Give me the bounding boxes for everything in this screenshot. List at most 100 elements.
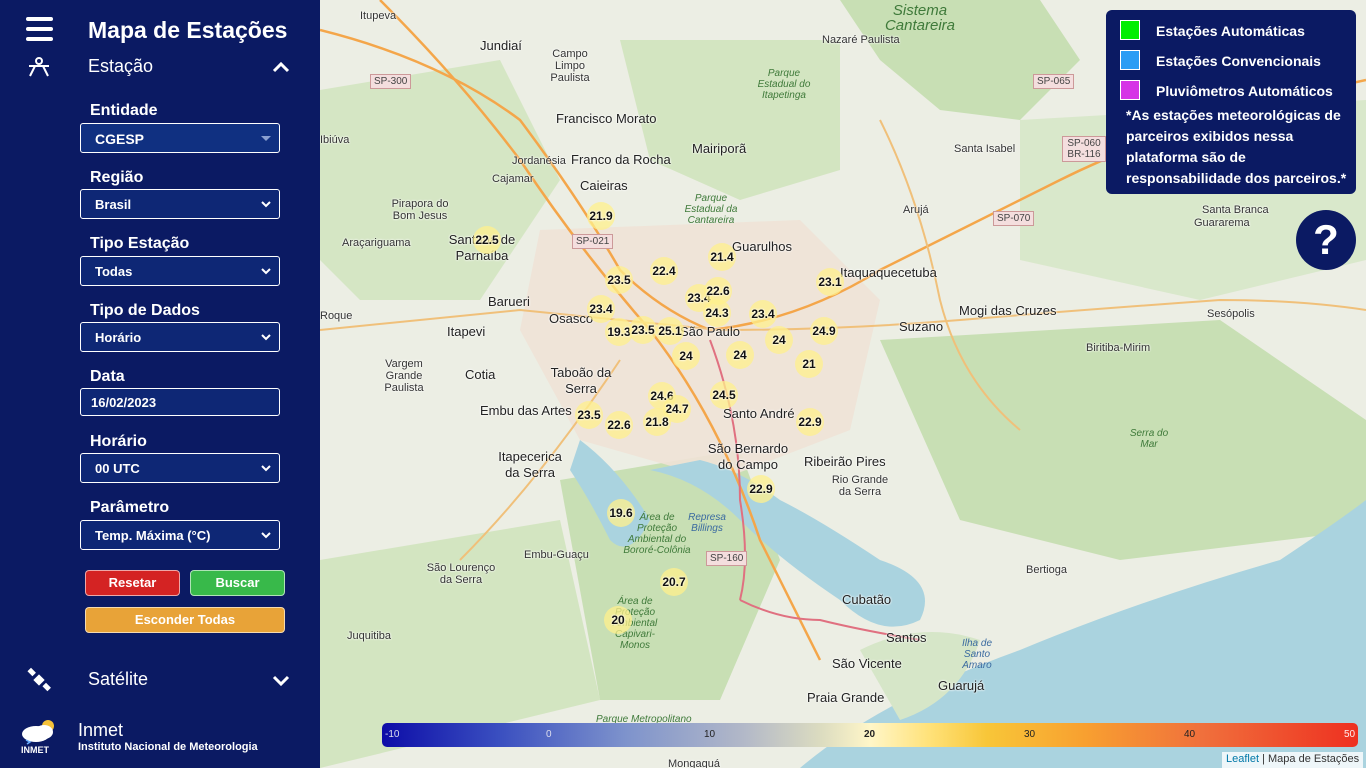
place-label: Praia Grande bbox=[807, 690, 885, 705]
map-attribution: Leaflet | Mapa de Estações bbox=[1222, 752, 1364, 768]
scale-tick: 20 bbox=[864, 729, 876, 740]
place-label: Vargem Grande Paulista bbox=[384, 358, 424, 394]
attribution-separator: | bbox=[1259, 753, 1269, 765]
section-estacao-header[interactable]: Estação bbox=[0, 50, 320, 84]
station-marker[interactable]: 24.5 bbox=[710, 381, 738, 409]
place-label: Francisco Morato bbox=[556, 111, 657, 126]
station-marker[interactable]: 19.6 bbox=[607, 499, 635, 527]
station-marker[interactable]: 22.9 bbox=[747, 475, 775, 503]
station-marker[interactable]: 23.4 bbox=[587, 295, 615, 323]
chevron-down-icon bbox=[261, 268, 271, 275]
place-label: São Lourenço da Serra bbox=[426, 562, 496, 586]
horario-label: Horário bbox=[90, 433, 147, 450]
color-scale: -10 0 10 20 30 40 50 bbox=[382, 723, 1358, 747]
horario-value: 00 UTC bbox=[95, 461, 140, 476]
entidade-label: Entidade bbox=[90, 102, 158, 119]
sidebar: Mapa de Estações Estação Entidade CGESP … bbox=[0, 0, 320, 768]
chevron-down-icon bbox=[261, 465, 271, 472]
satellite-icon bbox=[27, 667, 51, 692]
place-label: Ibiúva bbox=[320, 134, 350, 146]
horario-select[interactable]: 00 UTC bbox=[80, 453, 280, 483]
station-marker[interactable]: 24 bbox=[765, 326, 793, 354]
tipo-estacao-label: Tipo Estação bbox=[90, 235, 190, 252]
station-marker[interactable]: 22.4 bbox=[650, 257, 678, 285]
chevron-down-icon[interactable] bbox=[270, 669, 292, 691]
place-label: Sesópolis bbox=[1207, 308, 1255, 320]
tipo-dados-value: Horário bbox=[95, 330, 142, 345]
station-marker[interactable]: 21 bbox=[795, 350, 823, 378]
station-marker[interactable]: 23.5 bbox=[575, 401, 603, 429]
place-label: Caieiras bbox=[580, 178, 628, 193]
parametro-select[interactable]: Temp. Máxima (°C) bbox=[80, 520, 280, 550]
legend-swatch bbox=[1120, 80, 1140, 100]
green-area-label: Serra do Mar bbox=[1129, 428, 1169, 450]
inmet-subtitle: Instituto Nacional de Meteorologia bbox=[78, 741, 258, 753]
tipo-dados-select[interactable]: Horário bbox=[80, 322, 280, 352]
place-label: Itapecerica da Serra bbox=[498, 449, 562, 480]
road-shield: SP-300 bbox=[370, 74, 412, 89]
chevron-down-icon bbox=[261, 201, 271, 208]
station-marker[interactable]: 23.1 bbox=[816, 268, 844, 296]
leaflet-link[interactable]: Leaflet bbox=[1226, 753, 1259, 765]
place-label: Suzano bbox=[899, 319, 944, 334]
section-satelite-header[interactable]: Satélite bbox=[0, 663, 320, 697]
station-marker[interactable]: 25.1 bbox=[656, 317, 684, 345]
place-label: Embu-Guaçu bbox=[524, 549, 589, 561]
place-label: Itapevi bbox=[447, 324, 486, 339]
esconder-todas-button[interactable]: Esconder Todas bbox=[85, 607, 285, 633]
tipo-estacao-select[interactable]: Todas bbox=[80, 256, 280, 286]
green-area-label: Parque Estadual do Itapetinga bbox=[757, 68, 811, 101]
station-marker[interactable]: 21.4 bbox=[708, 243, 736, 271]
place-label: Santa Isabel bbox=[954, 143, 1016, 155]
place-label: São Bernardo do Campo bbox=[707, 441, 789, 472]
station-marker[interactable]: 22.5 bbox=[473, 226, 501, 254]
inmet-name: Inmet bbox=[78, 720, 124, 740]
entidade-select[interactable]: CGESP bbox=[80, 123, 280, 153]
data-value: 16/02/2023 bbox=[91, 395, 157, 410]
station-marker[interactable]: 21.9 bbox=[587, 202, 615, 230]
place-label: Mogi das Cruzes bbox=[959, 303, 1057, 318]
regiao-select[interactable]: Brasil bbox=[80, 189, 280, 219]
station-marker[interactable]: 22.6 bbox=[605, 411, 633, 439]
chevron-up-icon[interactable] bbox=[270, 56, 292, 78]
help-button[interactable]: ? bbox=[1296, 210, 1356, 270]
road-shield: SP-065 bbox=[1033, 74, 1075, 89]
place-label: Itaquaquecetuba bbox=[840, 265, 937, 280]
station-marker[interactable]: 24 bbox=[672, 342, 700, 370]
scale-tick: 30 bbox=[1024, 729, 1036, 740]
data-input[interactable]: 16/02/2023 bbox=[80, 388, 280, 416]
parametro-label: Parâmetro bbox=[90, 499, 170, 516]
legend-panel: Estações Automáticas Estações Convencion… bbox=[1106, 10, 1356, 194]
water-label: Represa Billings bbox=[688, 512, 726, 534]
station-marker[interactable]: 23.4 bbox=[749, 300, 777, 328]
station-marker[interactable]: 24.3 bbox=[703, 299, 731, 327]
scale-tick: 40 bbox=[1184, 729, 1196, 740]
place-label: Ribeirão Pires bbox=[804, 454, 886, 469]
place-label: Itupeva bbox=[360, 10, 397, 22]
svg-text:INMET: INMET bbox=[21, 745, 50, 755]
green-area-label: Parque Estadual da Cantareira bbox=[684, 193, 738, 226]
resetar-button[interactable]: Resetar bbox=[85, 570, 180, 596]
place-label: Nazaré Paulista bbox=[822, 34, 900, 46]
menu-icon[interactable] bbox=[26, 17, 53, 41]
place-label: Cotia bbox=[465, 367, 496, 382]
app-title: Mapa de Estações bbox=[88, 17, 288, 43]
place-label: Roque bbox=[320, 310, 353, 322]
station-marker[interactable]: 23.5 bbox=[629, 316, 657, 344]
place-label: Araçariguama bbox=[342, 237, 411, 249]
place-label: Barueri bbox=[488, 294, 530, 309]
buscar-button[interactable]: Buscar bbox=[190, 570, 285, 596]
station-marker[interactable]: 20 bbox=[604, 606, 632, 634]
station-marker[interactable]: 22.9 bbox=[796, 408, 824, 436]
station-marker[interactable]: 24 bbox=[726, 341, 754, 369]
place-label: Santos bbox=[886, 630, 927, 645]
station-marker[interactable]: 21.8 bbox=[643, 408, 671, 436]
station-marker[interactable]: 24.9 bbox=[810, 317, 838, 345]
tipo-dados-label: Tipo de Dados bbox=[90, 302, 200, 319]
place-label: São Paulo bbox=[680, 324, 740, 339]
station-marker[interactable]: 20.7 bbox=[660, 568, 688, 596]
inmet-logo: INMET bbox=[18, 716, 60, 756]
station-marker[interactable]: 23.5 bbox=[605, 266, 633, 294]
caret-down-icon bbox=[261, 136, 271, 141]
road-shield: SP-060 BR-116 bbox=[1062, 136, 1106, 162]
